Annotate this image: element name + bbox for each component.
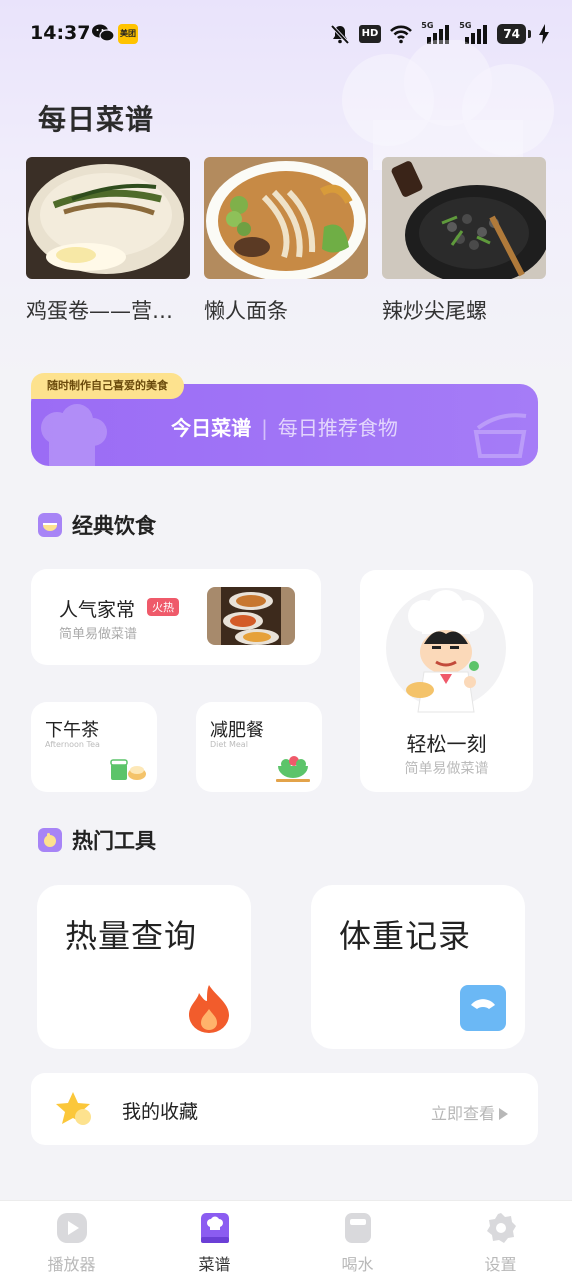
- tab-label: 播放器: [47, 1255, 96, 1274]
- banner-tag: 随时制作自己喜爱的美食: [31, 373, 184, 399]
- stir-fried-snail-photo: [382, 157, 546, 279]
- status-time: 14:37: [30, 22, 91, 44]
- view-now-link[interactable]: 立即查看: [431, 1100, 508, 1124]
- tab-label: 设置: [484, 1255, 517, 1274]
- tab-settings[interactable]: 设置: [429, 1201, 572, 1279]
- home-dishes-photo: [207, 587, 295, 645]
- classic-section-title: 经典饮食: [72, 514, 156, 538]
- diet-subtitle: Diet Meal: [210, 740, 248, 749]
- meituan-icon: 美团: [118, 24, 138, 44]
- noodles-photo: [204, 157, 368, 279]
- recipe-card-noodles[interactable]: 懒人面条: [204, 157, 368, 325]
- bowl-icon: [38, 513, 62, 537]
- diet-meal-card[interactable]: 减肥餐 Diet Meal: [196, 702, 322, 792]
- view-now-label: 立即查看: [430, 1104, 495, 1123]
- flame-icon: [189, 985, 229, 1033]
- favorites-label: 我的收藏: [122, 1101, 199, 1123]
- star-icon: [56, 1092, 91, 1125]
- thumbs-up-icon: [38, 828, 62, 852]
- weight-record-card[interactable]: 体重记录: [311, 885, 525, 1049]
- easy-moment-card[interactable]: 轻松一刻 简单易做菜谱: [360, 570, 533, 792]
- recipe-name: 辣炒尖尾螺: [382, 299, 487, 323]
- play-icon: [56, 1213, 87, 1243]
- banner-text: 今日菜谱 | 每日推荐食物: [31, 412, 538, 441]
- easy-title: 轻松一刻: [406, 732, 487, 756]
- recipe-name: 懒人面条: [204, 299, 288, 323]
- weight-title: 体重记录: [339, 917, 472, 955]
- tab-water[interactable]: 喝水: [286, 1201, 429, 1279]
- salad-bowl-icon: [276, 756, 310, 782]
- tab-label: 喝水: [341, 1255, 374, 1274]
- banner-subtitle: 每日推荐食物: [277, 416, 398, 440]
- tea-subtitle: Afternoon Tea: [45, 740, 100, 749]
- chef-mascot-icon: [386, 588, 506, 713]
- chef-hat-decoration: [342, 40, 554, 170]
- wechat-icon: [92, 24, 114, 42]
- tab-player[interactable]: 播放器: [0, 1201, 143, 1279]
- tools-section-title: 热门工具: [72, 829, 156, 853]
- tea-drink-icon: [110, 759, 146, 780]
- banner-title: 今日菜谱: [171, 416, 252, 440]
- scale-icon: [460, 985, 506, 1031]
- tab-label: 菜谱: [198, 1255, 231, 1274]
- tea-title: 下午茶: [45, 720, 99, 741]
- diet-title: 减肥餐: [210, 720, 264, 741]
- recipe-card-egg-roll[interactable]: 鸡蛋卷——营养早餐: [26, 157, 190, 325]
- recipe-card-snail[interactable]: 辣炒尖尾螺: [382, 157, 546, 325]
- recipe-book-icon: [200, 1213, 229, 1243]
- water-icon: [344, 1213, 371, 1243]
- egg-roll-photo: [26, 157, 190, 279]
- calorie-query-card[interactable]: 热量查询: [37, 885, 251, 1049]
- popular-subtitle: 简单易做菜谱: [59, 627, 138, 642]
- calorie-title: 热量查询: [65, 917, 198, 955]
- my-favorites-row[interactable]: 我的收藏 立即查看: [31, 1073, 538, 1145]
- hot-badge: 火热: [147, 598, 179, 616]
- recipe-name: 鸡蛋卷——营养早餐: [26, 299, 190, 323]
- afternoon-tea-card[interactable]: 下午茶 Afternoon Tea: [31, 702, 157, 792]
- play-arrow-icon: [499, 1107, 508, 1120]
- classic-section-header: 经典饮食: [38, 510, 156, 540]
- daily-recipes-title: 每日菜谱: [38, 103, 155, 136]
- bottom-tab-bar: 播放器 菜谱 喝水 设置: [0, 1200, 572, 1279]
- popular-home-cooking-card[interactable]: 人气家常 火热 简单易做菜谱: [31, 569, 321, 665]
- tools-section-header: 热门工具: [38, 825, 156, 855]
- gear-icon: [486, 1213, 516, 1243]
- easy-subtitle: 简单易做菜谱: [404, 761, 489, 777]
- tab-recipes[interactable]: 菜谱: [143, 1201, 286, 1279]
- popular-title: 人气家常: [59, 599, 136, 621]
- banner-separator: |: [261, 416, 268, 440]
